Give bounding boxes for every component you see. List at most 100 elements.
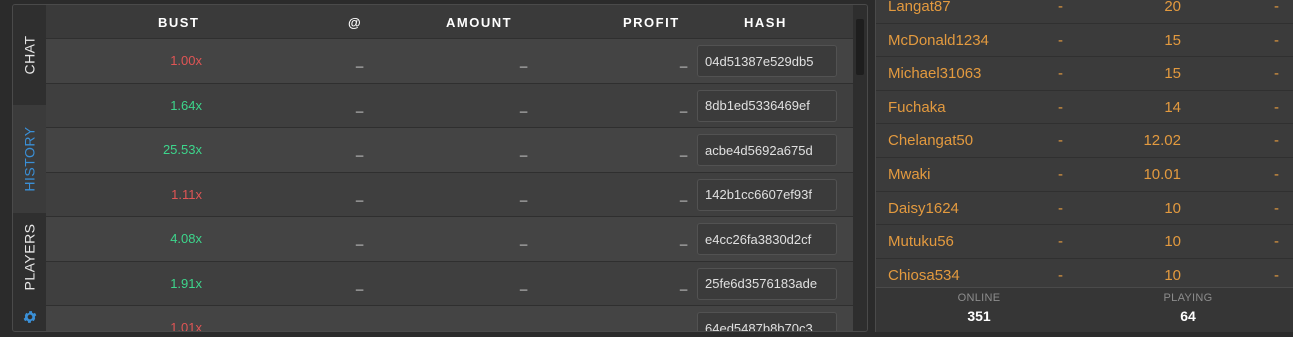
- player-name: McDonald1234: [888, 31, 989, 49]
- player-cashout: -: [1058, 132, 1063, 150]
- bust-value: 1.91x: [170, 275, 202, 291]
- table-row: 4.08x _ _ _ e4cc26fa3830d2cf: [46, 216, 853, 261]
- player-profit: -: [1274, 98, 1279, 116]
- list-item: Daisy1624 - 10 -: [876, 192, 1293, 226]
- tab-players[interactable]: PLAYERS: [13, 213, 46, 301]
- amount-value: _: [520, 320, 528, 332]
- online-count: 351: [967, 308, 991, 324]
- list-item: Michael31063 - 15 -: [876, 57, 1293, 91]
- history-panel: CHAT HISTORY PLAYERS BUST @ AMOUNT PROFI…: [12, 4, 868, 332]
- amount-value: _: [520, 275, 528, 291]
- player-name: Chelangat50: [888, 132, 974, 150]
- player-cashout: -: [1058, 31, 1063, 49]
- players-panel: Langat87 - 20 - McDonald1234 - 15 - Mich…: [875, 0, 1293, 332]
- header-profit: PROFIT: [623, 15, 680, 30]
- history-scrollbar[interactable]: [853, 5, 867, 331]
- table-row: 1.64x _ _ _ 8db1ed5336469ef: [46, 82, 853, 127]
- player-name: Mutuku56: [888, 233, 954, 251]
- online-stat: ONLINE 351: [919, 292, 1039, 324]
- table-header: BUST @ AMOUNT PROFIT HASH: [46, 5, 853, 38]
- player-profit: -: [1274, 266, 1279, 284]
- playing-stat: PLAYING 64: [1128, 292, 1248, 324]
- player-bet: 12.02: [1143, 132, 1181, 150]
- header-at: @: [348, 15, 363, 30]
- amount-value: _: [520, 142, 528, 158]
- hash-field[interactable]: 142b1cc6607ef93f: [697, 178, 837, 211]
- at-value: _: [356, 231, 364, 247]
- amount-value: _: [520, 53, 528, 69]
- player-bet: 15: [1164, 65, 1181, 83]
- list-item: Mutuku56 - 10 -: [876, 225, 1293, 259]
- player-name: Fuchaka: [888, 98, 946, 116]
- bust-value: 1.64x: [170, 97, 202, 113]
- list-item: McDonald1234 - 15 -: [876, 24, 1293, 58]
- list-item: Fuchaka - 14 -: [876, 91, 1293, 125]
- bust-value: 1.00x: [170, 53, 202, 69]
- tab-history-label: HISTORY: [21, 126, 38, 192]
- player-name: Mwaki: [888, 165, 931, 183]
- player-cashout: -: [1058, 165, 1063, 183]
- bust-value: 4.08x: [170, 231, 202, 247]
- player-name: Langat87: [888, 0, 951, 15]
- player-profit: -: [1274, 233, 1279, 251]
- hash-field[interactable]: e4cc26fa3830d2cf: [697, 223, 837, 255]
- playing-label: PLAYING: [1163, 292, 1213, 304]
- player-bet: 10: [1164, 233, 1181, 251]
- tab-players-label: PLAYERS: [21, 223, 38, 291]
- gear-icon: [23, 311, 36, 323]
- player-bet: 20: [1164, 0, 1181, 15]
- list-item: Mwaki - 10.01 -: [876, 158, 1293, 192]
- player-bet: 10: [1164, 199, 1181, 217]
- profit-value: _: [680, 320, 688, 332]
- at-value: _: [356, 275, 364, 291]
- profit-value: _: [680, 275, 688, 291]
- table-row: 1.91x _ _ _ 25fe6d3576183ade: [46, 260, 853, 305]
- table-row: 1.01x _ _ _ 64ed5487b8b70c3: [46, 305, 853, 332]
- player-name: Michael31063: [888, 65, 982, 83]
- online-label: ONLINE: [957, 292, 1001, 304]
- at-value: _: [356, 53, 364, 69]
- header-bust: BUST: [158, 15, 200, 30]
- at-value: _: [356, 142, 364, 158]
- at-value: _: [356, 186, 364, 202]
- history-table: BUST @ AMOUNT PROFIT HASH 1.00x _ _ _ 04…: [46, 5, 853, 331]
- profit-value: _: [680, 97, 688, 113]
- player-bet: 14: [1164, 98, 1181, 116]
- tab-chat[interactable]: CHAT: [13, 5, 46, 105]
- hash-field[interactable]: 64ed5487b8b70c3: [697, 312, 837, 331]
- amount-value: _: [520, 231, 528, 247]
- player-cashout: -: [1058, 233, 1063, 251]
- player-cashout: -: [1058, 98, 1063, 116]
- amount-value: _: [520, 186, 528, 202]
- profit-value: _: [680, 53, 688, 69]
- hash-field[interactable]: 25fe6d3576183ade: [697, 267, 837, 300]
- profit-value: _: [680, 142, 688, 158]
- hash-field[interactable]: acbe4d5692a675d: [697, 134, 837, 166]
- scrollbar-thumb[interactable]: [856, 19, 864, 75]
- tab-history[interactable]: HISTORY: [13, 105, 46, 213]
- list-item: Chelangat50 - 12.02 -: [876, 124, 1293, 158]
- header-amount: AMOUNT: [446, 15, 513, 30]
- bust-value: 25.53x: [162, 142, 202, 158]
- table-row: 1.00x _ _ _ 04d51387e529db5: [46, 38, 853, 83]
- tab-chat-label: CHAT: [21, 35, 38, 75]
- table-body: 1.00x _ _ _ 04d51387e529db5 1.64x _ _ _ …: [46, 38, 853, 332]
- players-summary: ONLINE 351 PLAYING 64: [876, 287, 1293, 332]
- player-bet: 10: [1164, 266, 1181, 284]
- settings-button[interactable]: [13, 301, 46, 331]
- list-item: Langat87 - 20 -: [876, 0, 1293, 24]
- hash-field[interactable]: 8db1ed5336469ef: [697, 89, 837, 122]
- player-profit: -: [1274, 199, 1279, 217]
- player-cashout: -: [1058, 65, 1063, 83]
- bust-value: 1.11x: [171, 186, 202, 202]
- player-profit: -: [1274, 132, 1279, 150]
- player-profit: -: [1274, 31, 1279, 49]
- amount-value: _: [520, 97, 528, 113]
- profit-value: _: [680, 231, 688, 247]
- at-value: _: [356, 320, 364, 332]
- table-row: 1.11x _ _ _ 142b1cc6607ef93f: [46, 171, 853, 216]
- player-cashout: -: [1058, 266, 1063, 284]
- hash-field[interactable]: 04d51387e529db5: [697, 45, 837, 77]
- bust-value: 1.01x: [170, 320, 202, 332]
- player-cashout: -: [1058, 0, 1063, 15]
